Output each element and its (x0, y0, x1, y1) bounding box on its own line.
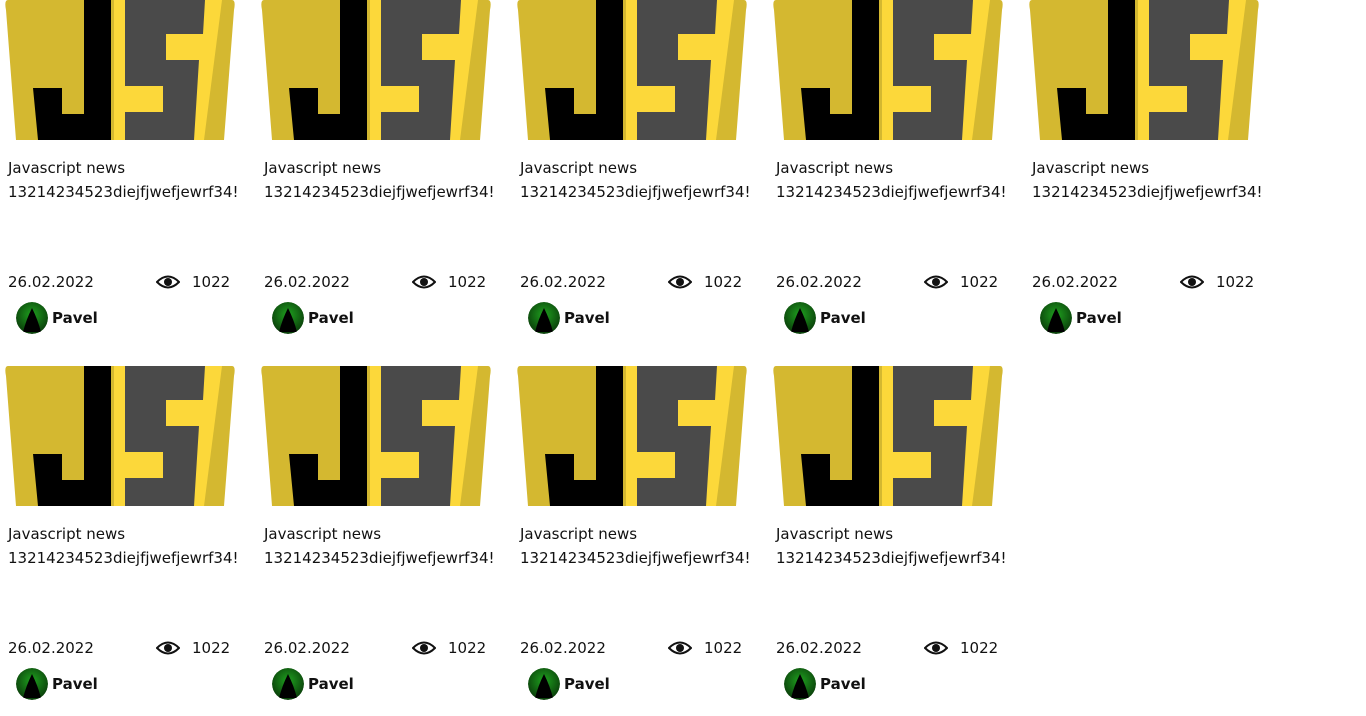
news-card-date: 26.02.2022 (776, 639, 862, 657)
news-card-author[interactable]: Pavel (52, 674, 98, 694)
news-card-author[interactable]: Pavel (564, 308, 610, 328)
news-card-author[interactable]: Pavel (308, 308, 354, 328)
news-card-author[interactable]: Pavel (820, 674, 866, 694)
avatar-icon[interactable] (528, 302, 560, 334)
javascript-logo-icon (1029, 0, 1259, 140)
news-card[interactable]: Javascript news 13214234523diejfjwefjewr… (1024, 0, 1264, 340)
news-card-author[interactable]: Pavel (308, 674, 354, 694)
avatar-icon[interactable] (272, 668, 304, 700)
news-card-image[interactable] (1024, 0, 1264, 140)
avatar-icon[interactable] (16, 668, 48, 700)
news-card-description: 13214234523diejfjwefjewrf34! (776, 183, 1007, 201)
javascript-logo-icon (261, 0, 491, 140)
news-card-views: 1022 (960, 273, 999, 291)
news-card-image[interactable] (768, 0, 1008, 140)
news-card-description: 13214234523diejfjwefjewrf34! (264, 183, 495, 201)
news-card-author[interactable]: Pavel (564, 674, 610, 694)
eye-icon (411, 272, 437, 292)
news-card[interactable]: Javascript news 13214234523diejfjwefjewr… (768, 366, 1008, 706)
news-card-image[interactable] (768, 366, 1008, 506)
news-card-date: 26.02.2022 (520, 639, 606, 657)
news-card-title[interactable]: Javascript news (776, 524, 893, 544)
news-card-title[interactable]: Javascript news (8, 158, 125, 178)
news-card-description: 13214234523diejfjwefjewrf34! (1032, 183, 1263, 201)
news-card-author[interactable]: Pavel (52, 308, 98, 328)
javascript-logo-icon (517, 366, 747, 506)
news-card-views: 1022 (192, 273, 231, 291)
news-card[interactable]: Javascript news 13214234523diejfjwefjewr… (512, 0, 752, 340)
news-card[interactable]: Javascript news 13214234523diejfjwefjewr… (256, 0, 496, 340)
news-card-views: 1022 (960, 639, 999, 657)
news-card-description: 13214234523diejfjwefjewrf34! (776, 549, 1007, 567)
news-card-image[interactable] (256, 0, 496, 140)
javascript-logo-icon (517, 0, 747, 140)
news-grid: Javascript news 13214234523diejfjwefjewr… (0, 0, 1366, 716)
news-card-date: 26.02.2022 (520, 273, 606, 291)
news-card-title[interactable]: Javascript news (1032, 158, 1149, 178)
news-card[interactable]: Javascript news 13214234523diejfjwefjewr… (0, 366, 240, 706)
news-card-description: 13214234523diejfjwefjewrf34! (8, 549, 239, 567)
news-card-description: 13214234523diejfjwefjewrf34! (8, 183, 239, 201)
news-card-date: 26.02.2022 (8, 273, 94, 291)
eye-icon (411, 638, 437, 658)
eye-icon (667, 638, 693, 658)
javascript-logo-icon (5, 366, 235, 506)
news-card-date: 26.02.2022 (264, 273, 350, 291)
eye-icon (155, 272, 181, 292)
news-card-description: 13214234523diejfjwefjewrf34! (520, 549, 751, 567)
news-card-date: 26.02.2022 (1032, 273, 1118, 291)
news-card[interactable]: Javascript news 13214234523diejfjwefjewr… (256, 366, 496, 706)
news-card-image[interactable] (512, 0, 752, 140)
news-card[interactable]: Javascript news 13214234523diejfjwefjewr… (768, 0, 1008, 340)
news-card-title[interactable]: Javascript news (776, 158, 893, 178)
news-card-views: 1022 (448, 273, 487, 291)
news-card-description: 13214234523diejfjwefjewrf34! (520, 183, 751, 201)
eye-icon (155, 638, 181, 658)
avatar-icon[interactable] (272, 302, 304, 334)
avatar-icon[interactable] (784, 668, 816, 700)
eye-icon (923, 638, 949, 658)
javascript-logo-icon (773, 366, 1003, 506)
news-card-author[interactable]: Pavel (1076, 308, 1122, 328)
news-card-title[interactable]: Javascript news (264, 158, 381, 178)
news-card-title[interactable]: Javascript news (264, 524, 381, 544)
news-card-date: 26.02.2022 (8, 639, 94, 657)
news-card-title[interactable]: Javascript news (520, 524, 637, 544)
avatar-icon[interactable] (784, 302, 816, 334)
avatar-icon[interactable] (1040, 302, 1072, 334)
news-card-views: 1022 (704, 639, 743, 657)
eye-icon (1179, 272, 1205, 292)
news-card-views: 1022 (448, 639, 487, 657)
news-card-date: 26.02.2022 (264, 639, 350, 657)
news-card-image[interactable] (512, 366, 752, 506)
news-card-title[interactable]: Javascript news (8, 524, 125, 544)
news-card-views: 1022 (704, 273, 743, 291)
avatar-icon[interactable] (528, 668, 560, 700)
news-card-image[interactable] (0, 0, 240, 140)
eye-icon (667, 272, 693, 292)
news-card-author[interactable]: Pavel (820, 308, 866, 328)
news-card-views: 1022 (192, 639, 231, 657)
javascript-logo-icon (261, 366, 491, 506)
news-card[interactable]: Javascript news 13214234523diejfjwefjewr… (0, 0, 240, 340)
news-card-views: 1022 (1216, 273, 1255, 291)
javascript-logo-icon (773, 0, 1003, 140)
news-card-image[interactable] (256, 366, 496, 506)
eye-icon (923, 272, 949, 292)
news-card-date: 26.02.2022 (776, 273, 862, 291)
avatar-icon[interactable] (16, 302, 48, 334)
javascript-logo-icon (5, 0, 235, 140)
news-card-description: 13214234523diejfjwefjewrf34! (264, 549, 495, 567)
news-card[interactable]: Javascript news 13214234523diejfjwefjewr… (512, 366, 752, 706)
news-card-image[interactable] (0, 366, 240, 506)
news-card-title[interactable]: Javascript news (520, 158, 637, 178)
